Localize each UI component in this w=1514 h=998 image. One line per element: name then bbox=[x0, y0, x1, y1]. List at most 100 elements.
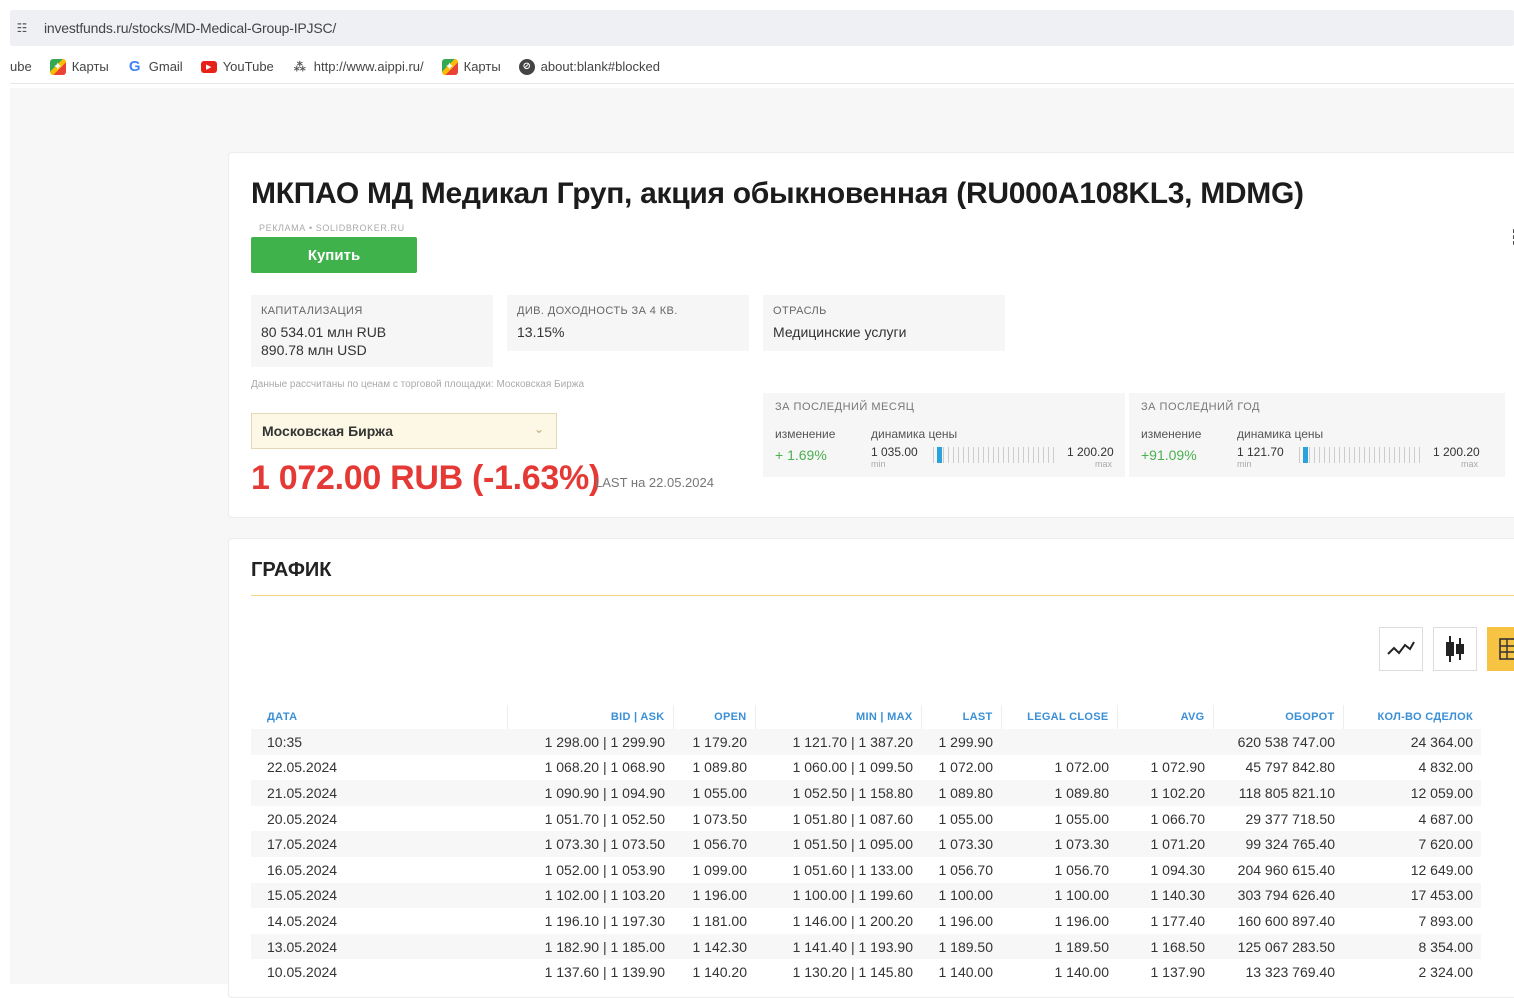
bookmark-youtube[interactable]: ▶ YouTube bbox=[200, 59, 274, 74]
dividend-box: ДИВ. ДОХОДНОСТЬ ЗА 4 КВ. 13.15% bbox=[507, 295, 749, 351]
table-cell: 1 100.00 | 1 199.60 bbox=[792, 887, 913, 904]
col-trades[interactable]: КОЛ-ВО СДЕЛОК bbox=[1343, 705, 1481, 729]
col-bid-ask[interactable]: BID | ASK bbox=[507, 705, 674, 729]
bookmark-gmail[interactable]: G Gmail bbox=[127, 58, 183, 75]
table-cell: 303 794 626.40 bbox=[1237, 887, 1335, 904]
table-cell: 1 073.30 bbox=[938, 836, 994, 853]
table-cell: 1 073.50 bbox=[692, 810, 748, 827]
url-text[interactable]: investfunds.ru/stocks/MD-Medical-Group-I… bbox=[44, 20, 336, 36]
col-min-max[interactable]: MIN | MAX bbox=[755, 705, 922, 729]
table-cell: 2 324.00 bbox=[1418, 964, 1474, 981]
data-source-note: Данные рассчитаны по ценам с торговой пл… bbox=[251, 379, 585, 390]
candlestick-button[interactable] bbox=[1433, 627, 1477, 671]
industry-label: ОТРАСЛЬ bbox=[773, 305, 827, 317]
table-cell: 24 364.00 bbox=[1410, 733, 1473, 750]
industry-box: ОТРАСЛЬ Медицинские услуги bbox=[763, 295, 1005, 351]
year-min: 1 121.70 bbox=[1237, 445, 1284, 459]
table-icon bbox=[1499, 638, 1514, 660]
table-cell: 1 051.80 | 1 087.60 bbox=[792, 810, 913, 827]
table-cell: 1 146.00 | 1 200.20 bbox=[792, 912, 913, 929]
table-cell: 1 055.00 bbox=[1054, 810, 1110, 827]
table-cell: 1 071.20 bbox=[1150, 836, 1206, 853]
table-cell: 1 072.00 bbox=[938, 759, 994, 776]
last-price: 1 072.00 RUB (-1.63%) bbox=[251, 459, 600, 497]
exchange-selected: Московская Биржа bbox=[262, 423, 394, 439]
year-change-label: изменение bbox=[1141, 427, 1202, 441]
table-cell: 1 189.50 bbox=[1054, 938, 1110, 955]
address-bar[interactable]: ☷ investfunds.ru/stocks/MD-Medical-Group… bbox=[10, 10, 1514, 46]
col-open[interactable]: OPEN bbox=[673, 705, 756, 729]
table-cell: 10:35 bbox=[267, 733, 303, 750]
month-label: ЗА ПОСЛЕДНИЙ МЕСЯЦ bbox=[775, 401, 915, 413]
table-cell: 125 067 283.50 bbox=[1237, 938, 1335, 955]
bookmark-maps-2[interactable]: ✦ Карты bbox=[441, 58, 501, 75]
bookmark-ube[interactable]: ube bbox=[10, 59, 32, 74]
table-row: 21.05.2024 1 090.90 | 1 094.90 1 055.00 1 0… bbox=[251, 780, 1481, 806]
bookmark-aippi[interactable]: ⁂ http://www.aippi.ru/ bbox=[292, 59, 424, 75]
year-dynamics-label: динамика цены bbox=[1237, 427, 1324, 441]
table-view-button[interactable] bbox=[1487, 627, 1514, 671]
maps-icon: ✦ bbox=[49, 58, 66, 75]
table-cell: 1 130.20 | 1 145.80 bbox=[792, 964, 913, 981]
table-cell: 22.05.2024 bbox=[267, 759, 338, 776]
table-cell: 10.05.2024 bbox=[267, 964, 338, 981]
table-cell: 1 140.00 bbox=[938, 964, 994, 981]
buy-button[interactable]: Купить bbox=[251, 237, 417, 273]
more-options-icon[interactable]: ⋮ bbox=[1505, 225, 1514, 250]
table-cell: 13.05.2024 bbox=[267, 938, 338, 955]
bookmark-blocked[interactable]: ⊘ about:blank#blocked bbox=[518, 58, 660, 75]
site-settings-icon[interactable]: ☷ bbox=[14, 20, 30, 36]
industry-value: Медицинские услуги bbox=[773, 324, 907, 340]
table-cell: 1 089.80 bbox=[1054, 784, 1110, 801]
table-cell: 1 177.40 bbox=[1150, 912, 1206, 929]
table-cell: 204 960 615.40 bbox=[1237, 861, 1335, 878]
section-divider bbox=[251, 595, 1514, 596]
exchange-select[interactable]: Московская Биржа ⌄ bbox=[251, 413, 557, 449]
chart-section-title: ГРАФИК bbox=[251, 559, 332, 581]
table-cell: 4 832.00 bbox=[1418, 759, 1474, 776]
blocked-icon: ⊘ bbox=[518, 58, 535, 75]
table-cell: 1 052.50 | 1 158.80 bbox=[792, 784, 913, 801]
table-header-row: ДАТА BID | ASK OPEN MIN | MAX LAST LEGAL… bbox=[251, 705, 1481, 729]
table-cell: 29 377 718.50 bbox=[1245, 810, 1335, 827]
year-max: 1 200.20 bbox=[1433, 445, 1480, 459]
bookmark-maps[interactable]: ✦ Карты bbox=[49, 58, 109, 75]
dividend-label: ДИВ. ДОХОДНОСТЬ ЗА 4 КВ. bbox=[517, 305, 678, 317]
col-legal-close[interactable]: LEGAL CLOSE bbox=[1001, 705, 1118, 729]
dividend-value: 13.15% bbox=[517, 324, 565, 340]
table-cell: 1 179.20 bbox=[692, 733, 748, 750]
table-cell: 1 189.50 bbox=[938, 938, 994, 955]
table-cell: 1 140.30 bbox=[1150, 887, 1206, 904]
table-cell: 1 052.00 | 1 053.90 bbox=[544, 861, 665, 878]
table-row: 15.05.2024 1 102.00 | 1 103.20 1 196.00 1 1… bbox=[251, 882, 1481, 909]
table-cell: 16.05.2024 bbox=[267, 861, 338, 878]
table-cell: 1 066.70 bbox=[1150, 810, 1206, 827]
google-icon: G bbox=[128, 58, 141, 75]
table-cell: 1 298.00 | 1 299.90 bbox=[544, 733, 665, 750]
table-cell: 1 102.20 bbox=[1150, 784, 1206, 801]
table-cell: 1 051.60 | 1 133.00 bbox=[792, 861, 913, 878]
table-cell: 620 538 747.00 bbox=[1237, 733, 1335, 750]
table-cell: 1 100.00 bbox=[1054, 887, 1110, 904]
table-row: 14.05.2024 1 196.10 | 1 197.30 1 181.00 1 1… bbox=[251, 908, 1481, 934]
ad-label: РЕКЛАМА • SOLIDBROKER.RU bbox=[259, 223, 405, 233]
chart-card: ГРАФИК ДАТА BID | ASK OPEN MIN | MAX LAS… bbox=[228, 538, 1514, 998]
col-avg[interactable]: AVG bbox=[1117, 705, 1214, 729]
table-cell: 1 100.00 bbox=[938, 887, 994, 904]
col-last[interactable]: LAST bbox=[921, 705, 1002, 729]
col-date[interactable]: ДАТА bbox=[251, 705, 508, 729]
table-cell: 17.05.2024 bbox=[267, 836, 338, 853]
table-cell: 1 121.70 | 1 387.20 bbox=[792, 733, 913, 750]
line-chart-button[interactable] bbox=[1379, 627, 1423, 671]
stock-summary-card: МКПАО МД Медикал Груп, акция обыкновенна… bbox=[228, 152, 1514, 518]
table-cell: 17 453.00 bbox=[1410, 887, 1473, 904]
table-cell: 1 141.40 | 1 193.90 bbox=[792, 938, 913, 955]
month-dynamics-label: динамика цены bbox=[871, 427, 958, 441]
table-cell: 1 060.00 | 1 099.50 bbox=[792, 759, 913, 776]
table-cell: 1 196.00 bbox=[692, 887, 748, 904]
table-body: 10:35 1 298.00 | 1 299.90 1 179.20 1 121.70… bbox=[251, 729, 1481, 985]
table-cell: 1 181.00 bbox=[692, 912, 748, 929]
table-cell: 160 600 897.40 bbox=[1237, 912, 1335, 929]
table-cell: 1 137.90 bbox=[1150, 964, 1206, 981]
col-turnover[interactable]: ОБОРОТ bbox=[1213, 705, 1344, 729]
